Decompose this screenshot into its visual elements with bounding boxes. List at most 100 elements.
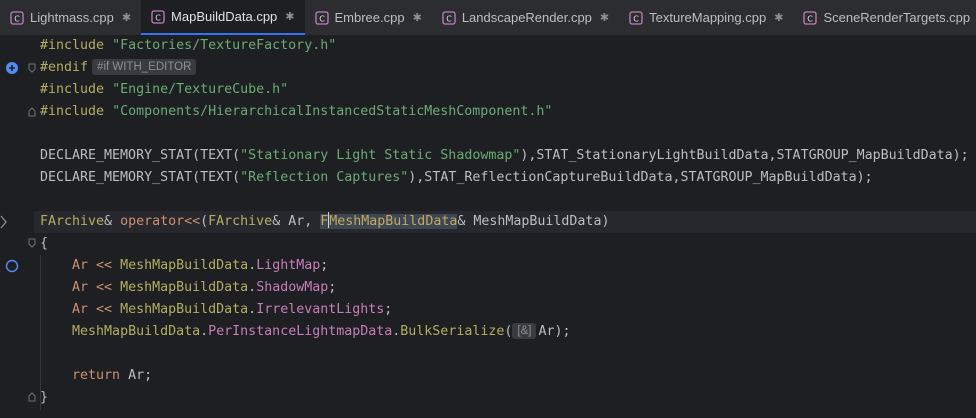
ref-op: &	[272, 214, 289, 229]
comma: ,	[304, 214, 321, 229]
dot: .	[248, 302, 257, 317]
type-name-start: F	[320, 214, 329, 229]
variable: Ar	[72, 280, 89, 295]
code-line-9[interactable]: FArchive& operator<<(FArchive& Ar, FMesh…	[40, 211, 609, 233]
preprocessor-directive: #include	[40, 104, 105, 119]
object-name: MeshMapBuildData	[120, 258, 249, 273]
semicolon: ;	[328, 280, 337, 295]
cpp-file-icon: C	[442, 10, 456, 25]
code-editor[interactable]: #include "Factories/TextureFactory.h" #e…	[0, 35, 976, 418]
stream-op: <<	[88, 280, 121, 295]
object-name: MeshMapBuildData	[120, 280, 249, 295]
string-literal: "Stationary Light Static Shadowmap"	[240, 148, 521, 163]
pin-icon[interactable]: ✱	[122, 11, 131, 24]
code-line-11[interactable]: Ar << MeshMapBuildData.LightMap;	[40, 255, 328, 277]
code-line-7[interactable]: DECLARE_MEMORY_STAT(TEXT("Reflection Cap…	[40, 167, 873, 189]
paren: (	[192, 148, 201, 163]
tab-label: Lightmass.cpp	[30, 10, 114, 25]
type-name-rest: MeshMapBuildData	[329, 214, 458, 229]
macro-name: TEXT	[200, 148, 233, 163]
code-line-14[interactable]: MeshMapBuildData.PerInstanceLightmapData…	[40, 321, 570, 343]
ref-op: &	[457, 214, 474, 229]
fold-icon[interactable]	[28, 238, 36, 248]
string-literal: "Reflection Captures"	[240, 170, 409, 185]
highlighted-type: FMeshMapBuildData	[320, 212, 458, 229]
cpp-file-icon: C	[314, 10, 329, 25]
tab-label: MapBuildData.cpp	[171, 9, 278, 24]
paren: (	[200, 214, 209, 229]
pin-icon[interactable]: ✱	[285, 10, 294, 23]
macro-name: DECLARE_MEMORY_STAT	[40, 170, 193, 185]
code-line-12[interactable]: Ar << MeshMapBuildData.ShadowMap;	[40, 277, 336, 299]
tab-label: SceneRenderTargets.cpp	[823, 10, 971, 25]
code-line-3[interactable]: #include "Engine/TextureCube.h"	[40, 79, 288, 101]
variable: Ar	[72, 258, 89, 273]
expand-region-icon[interactable]	[5, 61, 19, 75]
ref-op: &	[104, 214, 121, 229]
field-name: PerInstanceLightmapData	[208, 324, 393, 339]
tab-texturemapping-cpp[interactable]: C TextureMapping.cpp ✱	[619, 0, 793, 35]
code-line-13[interactable]: Ar << MeshMapBuildData.IrrelevantLights;	[40, 299, 392, 321]
paren: (	[504, 324, 513, 339]
field-name: LightMap	[256, 258, 321, 273]
stream-op: <<	[88, 302, 121, 317]
macro-name: TEXT	[200, 170, 233, 185]
implements-icon[interactable]	[5, 259, 19, 273]
brace: {	[40, 236, 49, 251]
type-name: FArchive	[40, 214, 105, 229]
param-name: MeshMapBuildData	[473, 214, 602, 229]
argument: Ar	[538, 324, 555, 339]
tab-landscaperender-cpp[interactable]: C LandscapeRender.cpp ✱	[432, 0, 619, 35]
tab-mapbuilddata-cpp[interactable]: C MapBuildData.cpp ✱	[141, 0, 305, 35]
semicolon: ;	[384, 302, 393, 317]
dot: .	[248, 280, 257, 295]
svg-text:C: C	[808, 14, 814, 23]
code-line-6[interactable]: DECLARE_MEMORY_STAT(TEXT("Stationary Lig…	[40, 145, 969, 167]
svg-text:C: C	[319, 14, 325, 23]
code-line-1[interactable]: #include "Factories/TextureFactory.h"	[40, 35, 336, 57]
tab-embree-cpp[interactable]: C Embree.cpp ✱	[305, 0, 432, 35]
pin-icon[interactable]: ✱	[600, 11, 609, 24]
code-line-17[interactable]: }	[40, 387, 48, 409]
tab-label: Embree.cpp	[334, 10, 405, 25]
return-keyword: return	[72, 368, 121, 383]
tab-lightmass-cpp[interactable]: C Lightmass.cpp ✱	[0, 0, 141, 35]
code-line-10[interactable]: {	[40, 233, 48, 255]
dot: .	[200, 324, 209, 339]
tab-scenerendertargets-cpp[interactable]: CSceneRenderTargets.cpp✱	[793, 0, 976, 35]
include-path: "Components/HierarchicalInstancedStaticM…	[112, 104, 553, 119]
svg-text:C: C	[446, 14, 452, 23]
fold-icon[interactable]	[28, 107, 36, 117]
cpp-file-icon: C	[151, 9, 165, 24]
bookmark-arrow-icon[interactable]	[0, 215, 10, 229]
svg-text:C: C	[14, 14, 20, 23]
preprocessor-directive: #include	[40, 38, 105, 53]
editor-tab-bar: C Lightmass.cpp ✱ C MapBuildData.cpp ✱ C Embree…	[0, 0, 976, 36]
brace: }	[40, 390, 49, 405]
tab-label: LandscapeRender.cpp	[461, 10, 592, 25]
paren: (	[232, 148, 241, 163]
function-name: BulkSerialize	[400, 324, 505, 339]
svg-text:C: C	[155, 13, 161, 22]
code-line-2[interactable]: #endif #if WITH_EDITOR	[40, 57, 197, 79]
stream-op: <<	[88, 258, 121, 273]
param-inlay-hint: [&]	[512, 323, 537, 339]
field-name: ShadowMap	[256, 280, 329, 295]
paren: );	[554, 324, 571, 339]
dot: .	[248, 258, 257, 273]
tab-label: TextureMapping.cpp	[649, 10, 767, 25]
fold-icon[interactable]	[28, 392, 36, 402]
svg-text:C: C	[633, 14, 639, 23]
preprocessor-directive: #endif	[40, 60, 89, 75]
paren: )	[601, 214, 610, 229]
code-line-16[interactable]: return Ar;	[40, 365, 152, 387]
code-line-4[interactable]: #include "Components/HierarchicalInstanc…	[40, 101, 552, 123]
pin-icon[interactable]: ✱	[774, 11, 783, 24]
fold-icon[interactable]	[28, 63, 36, 73]
include-path: "Engine/TextureCube.h"	[112, 82, 289, 97]
macro-name: DECLARE_MEMORY_STAT	[40, 148, 193, 163]
type-name: FArchive	[208, 214, 273, 229]
pin-icon[interactable]: ✱	[413, 11, 422, 24]
cpp-file-icon: C	[629, 10, 643, 25]
cpp-file-icon: C	[803, 10, 818, 25]
